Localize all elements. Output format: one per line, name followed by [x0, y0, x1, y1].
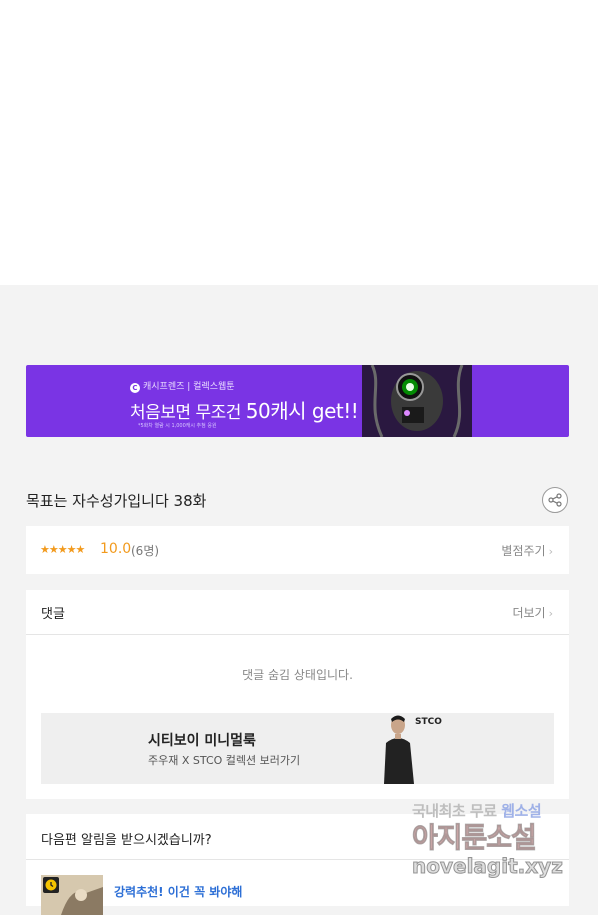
banner-note: *5화차 열람 시 1,000캐시 추첨 응원	[138, 423, 217, 429]
banner-brand: C 캐시프렌즈 | 컬렉스웹툰	[130, 379, 235, 393]
comments-header: 댓글 더보기 ›	[26, 590, 569, 635]
comment-ad[interactable]: 시티보이 미니멀룩 주우재 X STCO 컬렉션 보러가기 STCO	[41, 713, 554, 784]
comments-title: 댓글	[41, 607, 65, 622]
comment-ad-subtitle: 주우재 X STCO 컬렉션 보러가기	[148, 754, 301, 767]
comments-more-button[interactable]: 더보기 ›	[512, 604, 553, 621]
banner-brand-text: 캐시프렌즈 | 컬렉스웹툰	[143, 382, 235, 392]
rating-count: (6명)	[131, 544, 160, 558]
rate-button-label: 별점주기	[501, 544, 546, 558]
comments-hidden-message: 댓글 숨김 상태입니다.	[242, 668, 353, 682]
rate-button[interactable]: 별점주기 ›	[501, 542, 553, 559]
banner-character-art	[362, 365, 472, 437]
clock-icon	[43, 877, 59, 893]
model-photo	[376, 713, 420, 784]
cashfriends-logo-icon: C	[130, 383, 140, 393]
banner-headline-big: 50캐시 get!!	[245, 399, 359, 423]
stco-logo: STCO	[415, 717, 442, 727]
share-icon	[548, 493, 562, 507]
episode-title: 목표는 자수성가입니다 38화	[26, 492, 207, 510]
recommend-link[interactable]: 강력추천! 이건 꼭 봐야해	[114, 883, 242, 900]
content-area	[0, 0, 598, 285]
rating-score: 10.0	[100, 541, 132, 557]
comments-section: 댓글 더보기 › 댓글 숨김 상태입니다. 시티보이 미니멀룩 주우재 X STC…	[26, 590, 569, 799]
banner-headline-prefix: 처음보면 무조건	[130, 403, 246, 423]
ad-banner[interactable]: C 캐시프렌즈 | 컬렉스웹툰 처음보면 무조건 50캐시 get!! *5화차 …	[26, 365, 569, 437]
share-button[interactable]	[542, 487, 568, 513]
recommend-thumbnail[interactable]	[41, 875, 103, 915]
banner-headline: 처음보면 무조건 50캐시 get!!	[130, 395, 359, 424]
rating-stars: ★★★★★	[40, 543, 85, 556]
watermark-line2: 아지툰소설	[412, 821, 538, 855]
chevron-right-icon: ›	[548, 607, 553, 620]
comment-ad-title: 시티보이 미니멀룩	[148, 733, 256, 749]
rating-card: ★★★★★ 10.0 (6명) 별점주기 ›	[26, 526, 569, 574]
notify-question: 다음편 알림을 받으시겠습니까?	[41, 833, 212, 848]
chevron-right-icon: ›	[548, 545, 553, 558]
comments-more-label: 더보기	[512, 606, 546, 620]
watermark-line3: novelagit.xyz	[412, 854, 564, 879]
watermark: 국내최초 무료 웹소설 아지툰소설 novelagit.xyz	[410, 800, 590, 890]
